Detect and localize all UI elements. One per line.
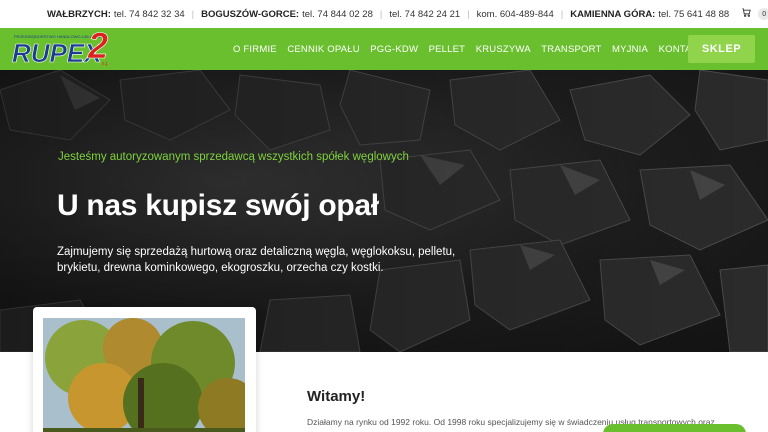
boguszow-label: BOGUSZÓW-GORCE: bbox=[201, 8, 300, 20]
cart-icon[interactable] bbox=[741, 7, 752, 21]
logo-suffix: s.j. bbox=[102, 61, 108, 67]
divider: | bbox=[191, 8, 195, 20]
shop-button[interactable]: SKLEP bbox=[688, 35, 755, 63]
nav-item-o-firmie[interactable]: O FIRMIE bbox=[233, 44, 277, 55]
boguszow-mobile-link[interactable]: kom. 604-489-844 bbox=[477, 9, 554, 20]
welcome-title: Witamy! bbox=[307, 388, 366, 405]
nav-item-myjnia[interactable]: MYJNIA bbox=[612, 44, 648, 55]
walbrzych-label: WAŁBRZYCH: bbox=[47, 8, 111, 20]
hero-headline: U nas kupisz swój opał bbox=[57, 189, 379, 222]
cart-count-badge: 0 bbox=[758, 8, 768, 20]
main-menu: O FIRMIE CENNIK OPAŁU PGG-KDW PELLET KRU… bbox=[233, 28, 715, 70]
hero-description: Zajmujemy się sprzedażą hurtową oraz det… bbox=[57, 246, 456, 274]
contact-bar: WAŁBRZYCH: tel. 74 842 32 34 | BOGUSZÓW-… bbox=[0, 0, 768, 28]
kamienna-phone-link[interactable]: tel. 75 641 48 88 bbox=[658, 9, 729, 20]
divider: | bbox=[467, 8, 470, 20]
nav-item-cennik-opalu[interactable]: CENNIK OPAŁU bbox=[287, 44, 359, 55]
trees-photo bbox=[43, 318, 245, 432]
nav-item-kruszywa[interactable]: KRUSZYWA bbox=[476, 44, 531, 55]
kamienna-label: KAMIENNA GÓRA: bbox=[570, 8, 656, 20]
hero-tagline: Jesteśmy autoryzowanym sprzedawcą wszyst… bbox=[58, 151, 409, 163]
nav-item-pellet[interactable]: PELLET bbox=[429, 44, 466, 55]
divider: | bbox=[560, 8, 564, 20]
floating-contact-button[interactable] bbox=[603, 424, 746, 432]
walbrzych-phone-link[interactable]: tel. 74 842 32 34 bbox=[114, 9, 185, 20]
divider: | bbox=[379, 8, 383, 20]
rupex-logo[interactable]: PRZEDSIĘBIORSTWO HANDLOWO-USŁUGOWE RUPEX… bbox=[12, 30, 116, 70]
image-card bbox=[33, 307, 256, 432]
boguszow-phone-link-2[interactable]: tel. 74 842 24 21 bbox=[389, 9, 460, 20]
main-navbar: PRZEDSIĘBIORSTWO HANDLOWO-USŁUGOWE RUPEX… bbox=[0, 28, 768, 70]
nav-item-pgg-kdw[interactable]: PGG-KDW bbox=[370, 44, 418, 55]
boguszow-phone-link-1[interactable]: tel. 74 844 02 28 bbox=[302, 9, 373, 20]
nav-item-transport[interactable]: TRANSPORT bbox=[541, 44, 601, 55]
